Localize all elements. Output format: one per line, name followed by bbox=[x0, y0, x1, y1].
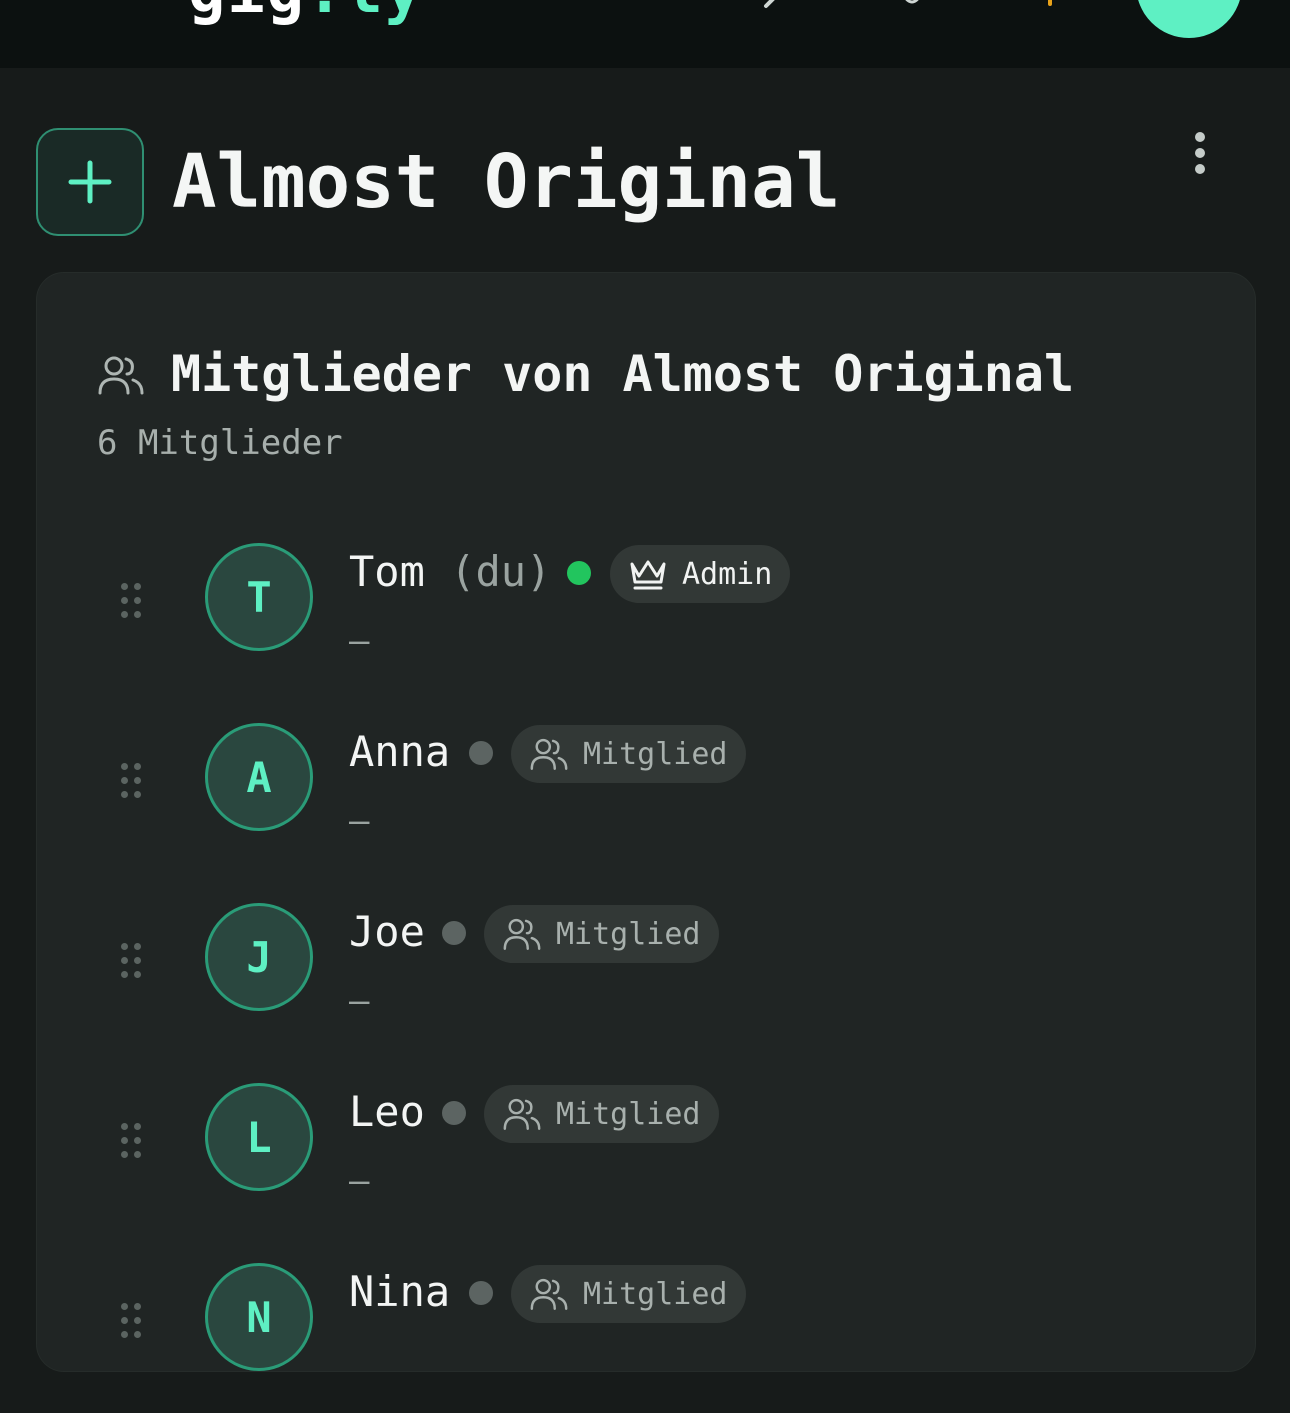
member-name: Leo bbox=[349, 1087, 425, 1136]
add-button[interactable] bbox=[36, 128, 144, 236]
member-row[interactable]: A Anna Mitglied – bbox=[37, 723, 1257, 873]
user-avatar[interactable] bbox=[1136, 0, 1242, 38]
drag-handle-icon[interactable] bbox=[121, 943, 143, 981]
coin-icon[interactable] bbox=[1040, 0, 1060, 10]
member-name: Anna bbox=[349, 727, 451, 776]
members-card: Mitglieder von Almost Original 6 Mitglie… bbox=[36, 272, 1256, 1372]
users-icon bbox=[98, 356, 144, 395]
offline-status-dot bbox=[469, 741, 493, 765]
role-badge: Mitglied bbox=[511, 1265, 746, 1323]
role-badge: Mitglied bbox=[484, 905, 719, 963]
member-description: – bbox=[349, 621, 370, 661]
role-label: Mitglied bbox=[583, 736, 728, 772]
member-name: Joe bbox=[349, 907, 425, 956]
role-label: Admin bbox=[682, 556, 773, 592]
logo-main: gig bbox=[188, 0, 306, 27]
member-name: Nina bbox=[349, 1267, 451, 1316]
member-avatar: N bbox=[205, 1263, 313, 1371]
member-row[interactable]: N Nina Mitglied bbox=[37, 1263, 1257, 1413]
drag-handle-icon[interactable] bbox=[121, 583, 143, 621]
member-count: 6 Mitglieder bbox=[97, 423, 343, 463]
page-title: Almost Original bbox=[172, 139, 841, 225]
logo[interactable]: gig.ly bbox=[188, 0, 424, 22]
member-description: – bbox=[349, 801, 370, 841]
crown-icon bbox=[630, 560, 666, 590]
member-avatar: A bbox=[205, 723, 313, 831]
role-badge: Admin bbox=[610, 545, 791, 603]
more-options-icon[interactable] bbox=[1186, 128, 1214, 178]
drag-handle-icon[interactable] bbox=[121, 1303, 143, 1341]
role-badge: Mitglied bbox=[484, 1085, 719, 1143]
users-icon bbox=[530, 738, 568, 770]
edit-icon[interactable] bbox=[762, 0, 792, 10]
member-avatar: T bbox=[205, 543, 313, 651]
top-bar: gig.ly bbox=[0, 0, 1290, 68]
member-row[interactable]: J Joe Mitglied – bbox=[37, 903, 1257, 1053]
users-icon bbox=[530, 1278, 568, 1310]
member-row[interactable]: T Tom (du) Admin – bbox=[37, 543, 1257, 693]
member-description: – bbox=[349, 981, 370, 1021]
card-title: Mitglieder von Almost Original bbox=[171, 345, 1075, 403]
member-avatar: J bbox=[205, 903, 313, 1011]
member-avatar: L bbox=[205, 1083, 313, 1191]
bell-icon[interactable] bbox=[898, 0, 926, 10]
member-name: Tom (du) bbox=[349, 547, 551, 597]
offline-status-dot bbox=[469, 1281, 493, 1305]
plus-icon bbox=[68, 160, 112, 204]
logo-accent: .ly bbox=[306, 0, 424, 27]
drag-handle-icon[interactable] bbox=[121, 1123, 143, 1161]
member-name-text: Tom bbox=[349, 547, 425, 596]
users-icon bbox=[503, 1098, 541, 1130]
member-description: – bbox=[349, 1161, 370, 1201]
role-label: Mitglied bbox=[583, 1276, 728, 1312]
you-label: (du) bbox=[450, 547, 552, 596]
online-status-dot bbox=[567, 561, 591, 585]
menu-icon[interactable] bbox=[66, 0, 114, 4]
role-badge: Mitglied bbox=[511, 725, 746, 783]
offline-status-dot bbox=[442, 1101, 466, 1125]
page-header: Almost Original bbox=[36, 128, 1256, 238]
users-icon bbox=[503, 918, 541, 950]
offline-status-dot bbox=[442, 921, 466, 945]
member-row[interactable]: L Leo Mitglied – bbox=[37, 1083, 1257, 1233]
role-label: Mitglied bbox=[556, 1096, 701, 1132]
role-label: Mitglied bbox=[556, 916, 701, 952]
drag-handle-icon[interactable] bbox=[121, 763, 143, 801]
